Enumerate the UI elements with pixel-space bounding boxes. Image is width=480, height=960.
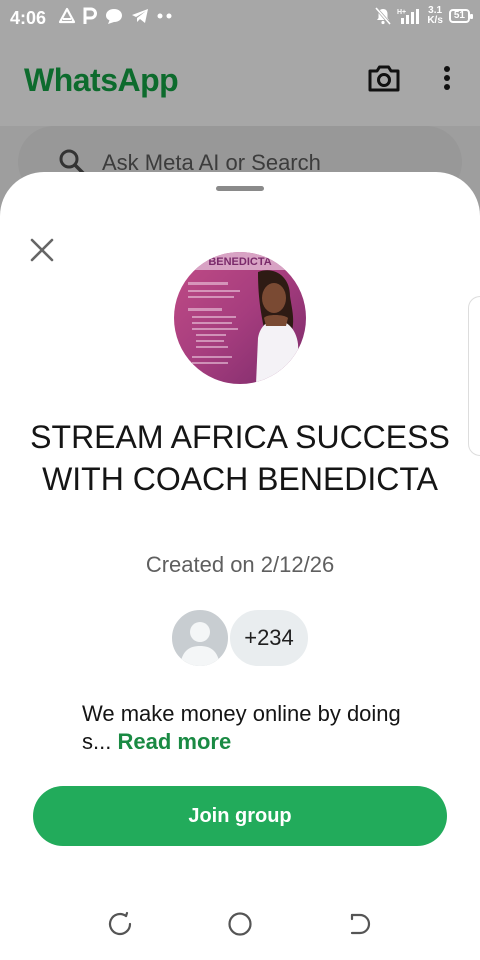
- parking-icon: [83, 7, 97, 24]
- status-bar: 4:06 H+ 3.1 K/s 51: [0, 0, 480, 36]
- group-description: We make money online by doing s... Read …: [82, 700, 402, 756]
- camera-icon: [368, 65, 400, 92]
- drive-warning-icon: [58, 7, 76, 24]
- app-title: WhatsApp: [24, 62, 179, 98]
- chat-bubble-icon: [106, 9, 122, 24]
- group-avatar: BENEDICTA: [174, 252, 306, 384]
- close-button[interactable]: [28, 236, 56, 264]
- avatar-banner-text: BENEDICTA: [208, 256, 271, 268]
- battery-level: 51: [453, 10, 465, 21]
- camera-button[interactable]: [367, 63, 401, 98]
- member-count: +234: [228, 608, 310, 668]
- member-avatar: [170, 608, 230, 668]
- status-left-icons: [58, 7, 174, 25]
- side-panel-edge[interactable]: [468, 296, 480, 456]
- back-icon[interactable]: [346, 910, 374, 938]
- status-right-icons: H+ 3.1 K/s 51: [375, 6, 474, 26]
- overflow-menu-button[interactable]: [437, 65, 457, 96]
- app-header: WhatsApp: [0, 36, 480, 126]
- home-icon[interactable]: [226, 910, 254, 938]
- group-invite-sheet: BENEDICTA STREAM AFRICA SUCCESS WITH COA…: [0, 172, 480, 960]
- system-nav-bar: [0, 872, 480, 960]
- mute-icon: [375, 7, 392, 25]
- drag-handle[interactable]: [216, 186, 264, 191]
- group-avatar-image: BENEDICTA: [174, 252, 306, 384]
- more-dots-icon: [157, 13, 172, 19]
- members-preview: +234: [170, 608, 310, 668]
- recent-apps-icon[interactable]: [106, 910, 134, 938]
- signal-icon: H+: [397, 9, 420, 24]
- group-name: STREAM AFRICA SUCCESS WITH COACH BENEDIC…: [30, 419, 450, 497]
- close-icon: [30, 238, 54, 262]
- join-group-button[interactable]: Join group: [33, 786, 447, 846]
- read-more-link[interactable]: Read more: [117, 729, 231, 754]
- network-speed: 3.1 K/s: [427, 6, 443, 26]
- person-icon: [180, 622, 220, 666]
- svg-text:H+: H+: [397, 9, 406, 16]
- status-time: 4:06: [10, 8, 47, 28]
- created-date: Created on 2/12/26: [145, 552, 335, 577]
- telegram-icon: [132, 9, 148, 23]
- battery-indicator: 51: [448, 9, 474, 23]
- network-speed-unit: K/s: [427, 15, 443, 26]
- more-vertical-icon: [444, 66, 450, 90]
